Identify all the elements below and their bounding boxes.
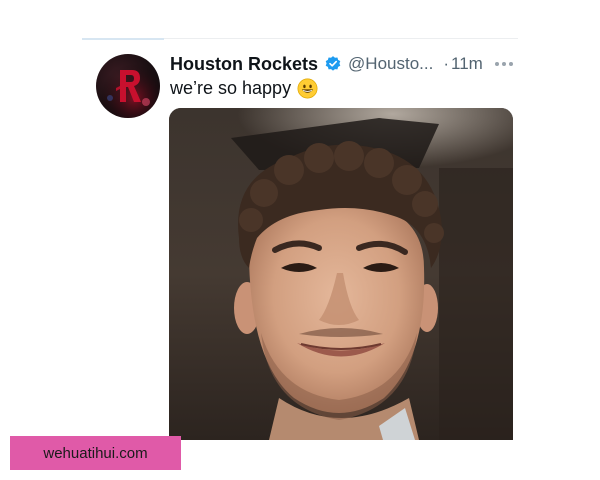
more-dot [494, 62, 499, 66]
more-options-icon[interactable] [494, 62, 513, 66]
tweet-timestamp[interactable]: 11m [451, 54, 483, 74]
tweet-body: we’re so happy [170, 76, 318, 100]
screenshot-stage: Houston Rockets @Housto... · 11m we’re s… [0, 0, 600, 480]
tweet-text: we’re so happy [170, 77, 292, 98]
author-handle[interactable]: @Housto... [348, 54, 433, 74]
watermark-banner: wehuatihui.com [10, 436, 181, 470]
selfie-photo-illustration [169, 108, 513, 440]
author-avatar[interactable] [96, 54, 160, 118]
watermark-text: wehuatihui.com [43, 444, 148, 462]
separator-dot: · [443, 54, 449, 73]
tweet-divider-accent [82, 38, 164, 40]
author-name[interactable]: Houston Rockets [170, 54, 318, 75]
verified-badge-icon [324, 55, 342, 73]
rockets-logo-icon [96, 54, 160, 118]
tweet-header: Houston Rockets @Housto... · 11m [170, 51, 515, 77]
more-dot [501, 62, 506, 66]
grinning-face-emoji-icon [297, 78, 318, 99]
more-dot [508, 62, 513, 66]
tweet-media-photo[interactable] [169, 108, 513, 440]
